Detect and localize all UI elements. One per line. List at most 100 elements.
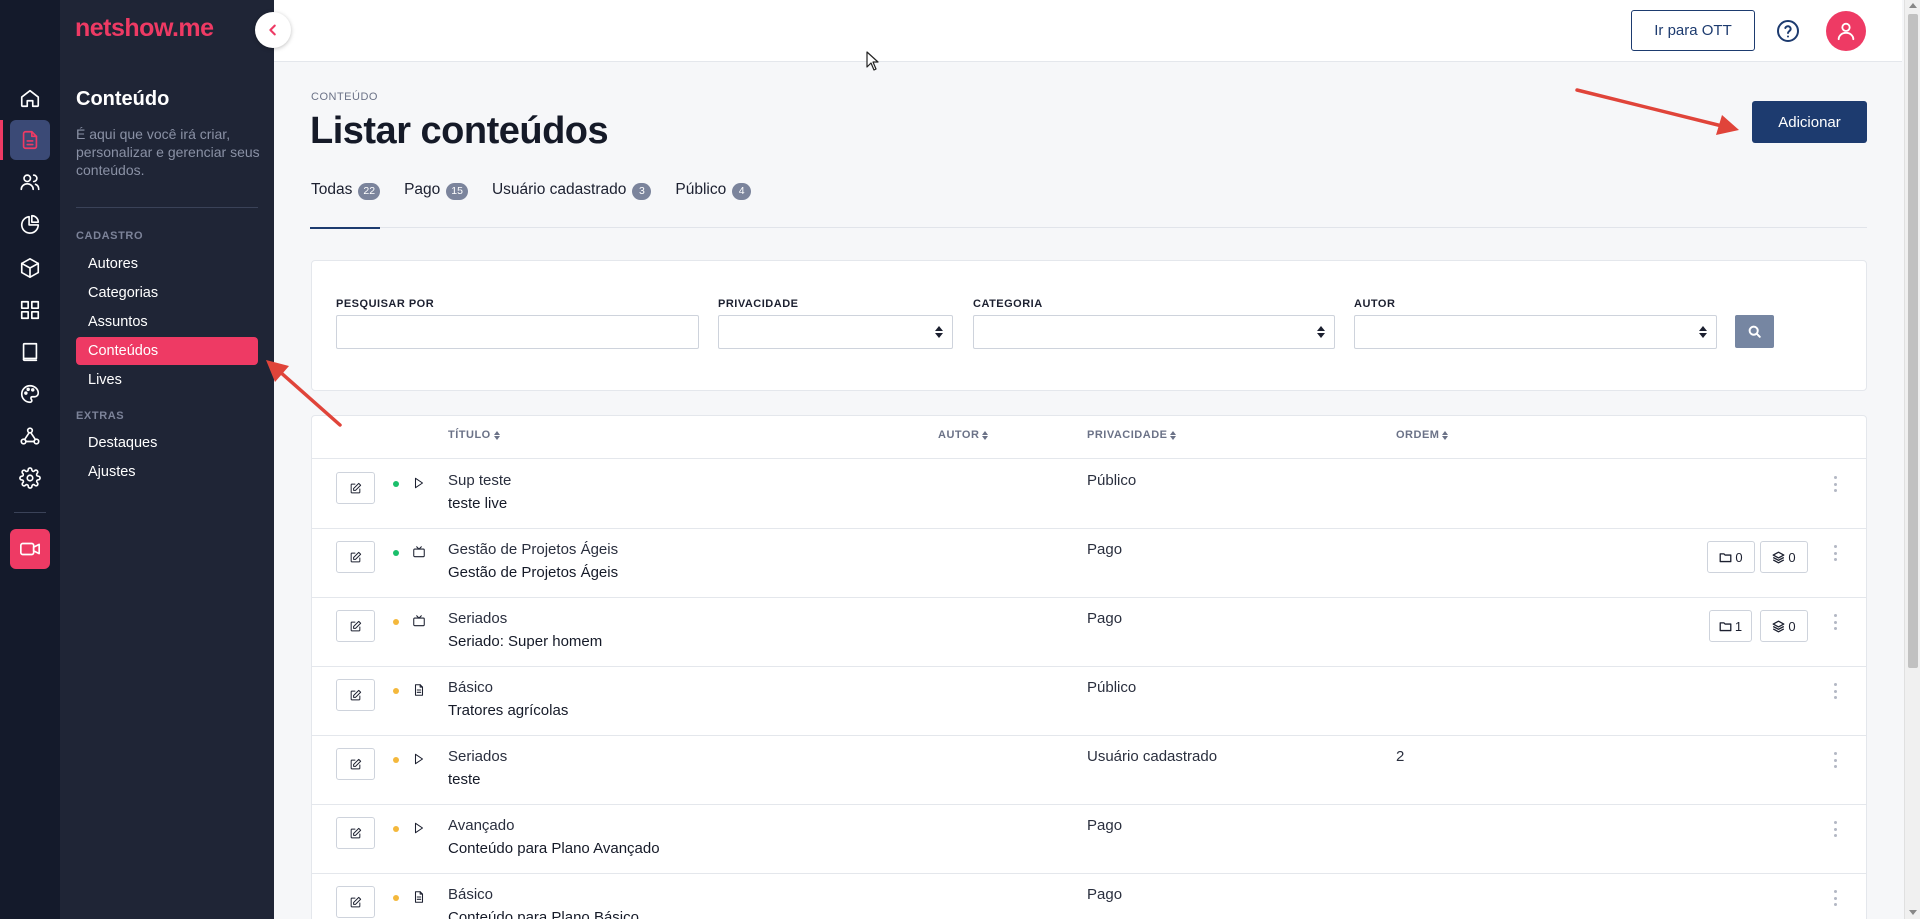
home-icon[interactable] (10, 78, 50, 118)
arrow-to-add-button (1575, 88, 1739, 135)
webhook-icon[interactable] (10, 416, 50, 456)
search-icon (1748, 325, 1761, 338)
go-to-ott-button[interactable]: Ir para OTT (1631, 10, 1755, 51)
breadcrumb: CONTEÚDO (311, 91, 378, 103)
settings-icon[interactable] (10, 458, 50, 498)
tv-icon (412, 614, 426, 628)
column-header-label: AUTOR (938, 429, 980, 441)
edit-button[interactable] (336, 886, 375, 918)
row-title[interactable]: teste live (448, 495, 507, 512)
tab-label: Usuário cadastrado (491, 181, 627, 198)
users-icon[interactable] (10, 162, 50, 202)
package-icon[interactable] (10, 248, 50, 288)
search-button[interactable] (1735, 315, 1774, 348)
row-title[interactable]: Seriado: Super homem (448, 633, 602, 650)
edit-icon (350, 689, 362, 700)
count-badge: 15 (446, 183, 468, 200)
add-button[interactable]: Adicionar (1752, 101, 1867, 143)
folders-button[interactable]: 0 (1707, 541, 1755, 573)
tab-label: Público (675, 181, 727, 198)
live-video-icon[interactable] (10, 529, 50, 569)
column-header-privacidade[interactable]: PRIVACIDADE (1087, 429, 1177, 441)
more-options-icon[interactable] (1833, 890, 1837, 906)
sidebar-item-destaques[interactable]: Destaques (76, 429, 258, 457)
row-title[interactable]: Gestão de Projetos Ágeis (448, 564, 618, 581)
content-icon[interactable] (10, 120, 50, 160)
count-badge: 22 (358, 183, 381, 200)
top-bar: Ir para OTT (274, 0, 1902, 62)
edit-icon (350, 551, 362, 562)
folder-icon (1719, 552, 1732, 562)
layers-button[interactable]: 0 (1760, 610, 1808, 642)
sidebar-title: Conteúdo (76, 88, 170, 110)
scroll-thumb[interactable] (1908, 14, 1918, 668)
more-options-icon[interactable] (1833, 821, 1837, 837)
status-dot (393, 688, 399, 694)
sidebar-item-categorias[interactable]: Categorias (76, 279, 258, 307)
sort-icon (982, 430, 989, 440)
content-table: TÍTULO AUTOR PRIVACIDADE ORDEM Sup teste… (311, 415, 1867, 919)
edit-button[interactable] (336, 472, 375, 504)
user-avatar[interactable] (1826, 11, 1866, 51)
more-options-icon[interactable] (1833, 683, 1837, 699)
column-header-titulo[interactable]: TÍTULO (448, 429, 500, 441)
table-row: Gestão de Projetos Ágeis Gestão de Projet… (312, 529, 1866, 598)
user-icon (1837, 22, 1855, 41)
folders-button[interactable]: 1 (1709, 610, 1752, 642)
row-title[interactable]: Conteúdo para Plano Básico (448, 909, 639, 919)
tab-publico[interactable]: Público 4 (675, 178, 752, 228)
edit-button[interactable] (336, 541, 375, 573)
help-icon[interactable] (1776, 19, 1800, 43)
edit-button[interactable] (336, 748, 375, 780)
page-scrollbar[interactable] (1904, 0, 1920, 919)
tab-pago[interactable]: Pago 15 (404, 178, 468, 228)
sidebar-item-lives[interactable]: Lives (76, 366, 258, 394)
author-select[interactable] (1354, 315, 1717, 349)
tab-usuario-cadastrado[interactable]: Usuário cadastrado 3 (491, 178, 652, 228)
mouse-cursor-icon (866, 51, 879, 71)
search-input[interactable] (336, 315, 699, 349)
page-title: Listar conteúdos (310, 110, 609, 152)
sidebar-item-assuntos[interactable]: Assuntos (76, 308, 258, 336)
sidebar-item-ajustes[interactable]: Ajustes (76, 458, 258, 486)
privacy-label: PRIVACIDADE (718, 298, 799, 310)
status-dot (393, 757, 399, 763)
column-header-label: ORDEM (1396, 429, 1440, 441)
book-icon[interactable] (10, 332, 50, 372)
edit-button[interactable] (336, 817, 375, 849)
scroll-down-arrow[interactable] (1909, 910, 1917, 915)
status-dot (393, 550, 399, 556)
analytics-icon[interactable] (10, 204, 50, 244)
column-header-autor[interactable]: AUTOR (938, 429, 989, 441)
palette-icon[interactable] (10, 374, 50, 414)
grid-icon[interactable] (10, 290, 50, 330)
sidebar-item-autores[interactable]: Autores (76, 250, 258, 278)
more-options-icon[interactable] (1833, 614, 1837, 630)
brand-logo[interactable]: netshow.me (75, 14, 214, 43)
more-options-icon[interactable] (1833, 752, 1837, 768)
row-title[interactable]: teste (448, 771, 481, 788)
more-options-icon[interactable] (1833, 476, 1837, 492)
filter-card: PESQUISAR POR PRIVACIDADE CATEGORIA AUTO… (311, 260, 1867, 391)
privacy-select[interactable] (718, 315, 953, 349)
layers-icon (1772, 551, 1785, 563)
layers-count: 0 (1788, 618, 1796, 634)
layers-button[interactable]: 0 (1760, 541, 1808, 573)
document-icon (412, 890, 426, 904)
more-options-icon[interactable] (1833, 545, 1837, 561)
row-order: 2 (1396, 748, 1405, 765)
document-icon (412, 683, 426, 697)
edit-button[interactable] (336, 610, 375, 642)
select-arrows-icon (1699, 326, 1707, 339)
table-row: Sup teste teste live Público (312, 460, 1866, 529)
row-title[interactable]: Tratores agrícolas (448, 702, 568, 719)
column-header-ordem[interactable]: ORDEM (1396, 429, 1449, 441)
category-select[interactable] (973, 315, 1335, 349)
tab-todas[interactable]: Todas 22 (309, 178, 381, 229)
edit-button[interactable] (336, 679, 375, 711)
collapse-sidebar-button[interactable] (255, 12, 291, 48)
sidebar-item-conteudos[interactable]: Conteúdos (76, 337, 258, 365)
scroll-up-arrow[interactable] (1909, 3, 1917, 8)
filter-tabs: Todas 22 Pago 15 Usuário cadastrado 3 Pú… (309, 178, 1867, 229)
row-title[interactable]: Conteúdo para Plano Avançado (448, 840, 660, 857)
